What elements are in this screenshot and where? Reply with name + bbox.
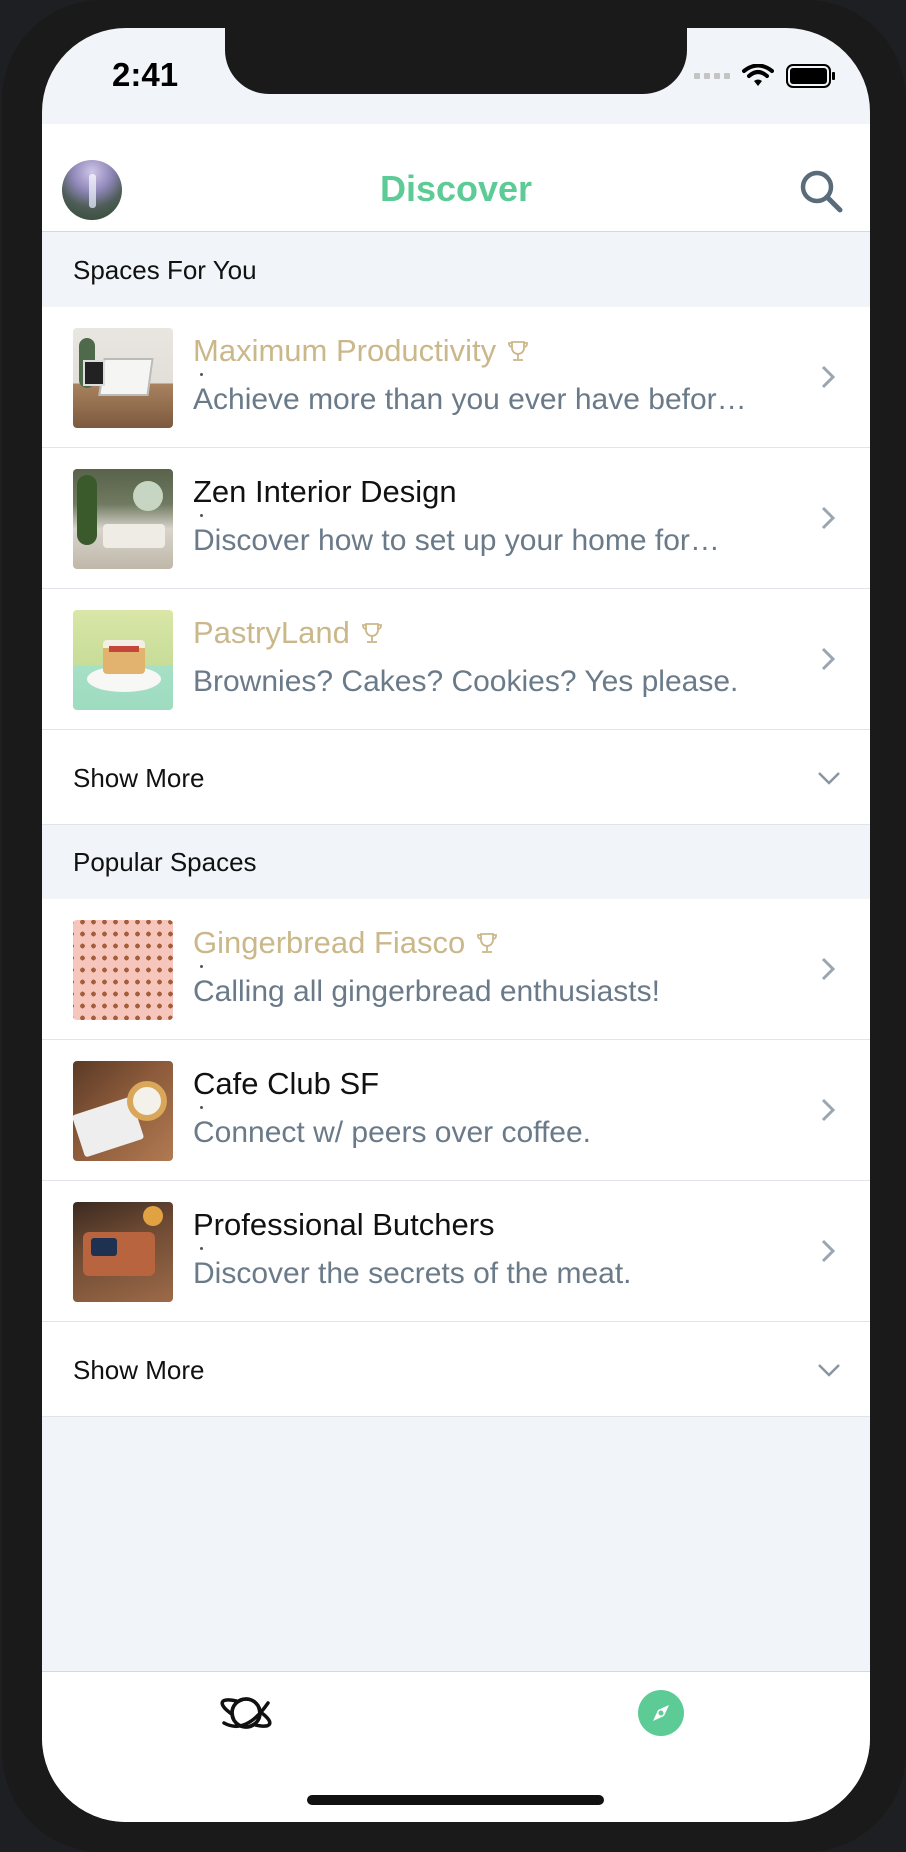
show-more-label: Show More	[73, 1355, 205, 1385]
chevron-right-icon	[821, 1239, 836, 1263]
space-thumbnail	[73, 920, 173, 1020]
space-title: Zen Interior Design	[193, 474, 457, 509]
space-description: Discover the secrets of the meat.	[193, 1257, 632, 1290]
chevron-right-icon	[821, 957, 836, 981]
space-thumbnail	[73, 1061, 173, 1161]
planet-icon[interactable]	[219, 1690, 273, 1736]
list-item[interactable]: Cafe Club SF Connect w/ peers over coffe…	[42, 1040, 870, 1181]
list-item[interactable]: Gingerbread Fiasco Calling all gingerbre…	[42, 899, 870, 1040]
status-time: 2:41	[112, 56, 179, 93]
show-more-label: Show More	[73, 763, 205, 793]
chevron-right-icon	[821, 1098, 836, 1122]
chevron-down-icon	[818, 1364, 840, 1377]
chevron-right-icon	[821, 506, 836, 530]
list-item[interactable]: PastryLand Brownies? Cakes? Cookies? Yes…	[42, 589, 870, 730]
chevron-right-icon	[821, 647, 836, 671]
nav-header: Discover	[42, 124, 870, 232]
space-thumbnail	[73, 469, 173, 569]
space-description: Connect w/ peers over coffee.	[193, 1116, 591, 1149]
search-icon[interactable]	[798, 168, 844, 214]
space-thumbnail	[73, 328, 173, 428]
space-title: Professional Butchers	[193, 1207, 495, 1242]
space-description: Discover how to set up your home for…	[193, 524, 720, 557]
space-description: Calling all gingerbread enthusiasts!	[193, 975, 660, 1008]
page-title: Discover	[379, 168, 533, 209]
list-item[interactable]: Zen Interior Design Discover how to set …	[42, 448, 870, 589]
section-header-for-you: Spaces For You	[42, 233, 870, 307]
section-title: Spaces For You	[73, 255, 257, 285]
trophy-icon	[477, 933, 498, 953]
space-thumbnail	[73, 610, 173, 710]
list-item[interactable]: Professional Butchers Discover the secre…	[42, 1181, 870, 1322]
status-icons	[694, 62, 836, 90]
home-indicator	[307, 1795, 604, 1805]
list-item[interactable]: Maximum Productivity Achieve more than y…	[42, 307, 870, 448]
show-more-button[interactable]: Show More	[42, 1322, 870, 1417]
trophy-icon	[508, 341, 529, 361]
chevron-down-icon	[818, 772, 840, 785]
space-description: Achieve more than you ever have befor…	[193, 383, 747, 416]
device-notch	[225, 28, 687, 94]
section-title: Popular Spaces	[73, 847, 257, 877]
app-screen: 2:41 Discover Spaces For You Maximum Pro…	[42, 28, 870, 1822]
compass-icon[interactable]	[638, 1690, 684, 1736]
space-title: Cafe Club SF	[193, 1066, 380, 1101]
space-thumbnail	[73, 1202, 173, 1302]
cellular-signal-icon	[694, 73, 730, 79]
chevron-right-icon	[821, 365, 836, 389]
space-title: Maximum Productivity	[193, 333, 529, 369]
space-title: Gingerbread Fiasco	[193, 925, 498, 961]
trophy-icon	[361, 623, 382, 643]
show-more-button[interactable]: Show More	[42, 730, 870, 825]
space-description: Brownies? Cakes? Cookies? Yes please.	[193, 665, 739, 698]
battery-icon	[786, 64, 835, 88]
space-title: PastryLand	[193, 615, 382, 651]
section-header-popular: Popular Spaces	[42, 825, 870, 899]
device-frame: 2:41 Discover Spaces For You Maximum Pro…	[2, 0, 906, 1852]
wifi-icon	[742, 64, 774, 86]
